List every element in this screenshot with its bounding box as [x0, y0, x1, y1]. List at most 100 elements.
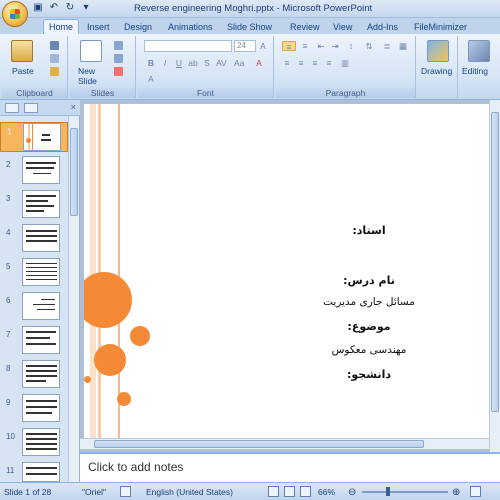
thumbnail-slide-3[interactable]: 3 — [0, 190, 68, 220]
undo-icon[interactable]: ↶ — [48, 2, 60, 14]
bullets-icon[interactable]: ≡ — [282, 41, 296, 52]
spell-check-icon[interactable] — [120, 486, 131, 497]
underline-icon[interactable]: U — [174, 58, 184, 68]
clear-format-icon[interactable]: A — [146, 74, 156, 84]
save-icon[interactable]: ▣ — [32, 2, 44, 14]
slides-pane-scrollbar[interactable] — [68, 116, 79, 482]
thumbnail-slide-7[interactable]: 7 — [0, 326, 68, 356]
text-direction-icon[interactable]: ⇅ — [364, 41, 374, 51]
pane-tabs: × — [0, 100, 80, 116]
editing-icon[interactable] — [468, 40, 490, 62]
font-name-combo[interactable] — [144, 40, 232, 52]
reset-icon[interactable] — [114, 54, 123, 63]
thumbnail-slide-10[interactable]: 10 — [0, 428, 68, 458]
slides-tab-icon[interactable] — [5, 103, 19, 113]
thumbnail-slide-6[interactable]: 6 — [0, 292, 68, 322]
font-size-combo[interactable]: 24 — [234, 40, 256, 52]
new-slide-icon[interactable] — [80, 40, 102, 62]
justify-icon[interactable]: ≡ — [324, 58, 334, 68]
cut-icon[interactable] — [50, 41, 59, 50]
thumbnail-slide-9[interactable]: 9 — [0, 394, 68, 424]
scrollbar-thumb[interactable] — [70, 128, 78, 216]
columns-icon[interactable]: ▥ — [340, 58, 350, 68]
thumbnail-image — [22, 394, 60, 422]
decor-circle — [130, 326, 150, 346]
thumbnail-slide-1[interactable]: 1 — [0, 122, 68, 152]
grow-font-icon[interactable]: A — [258, 41, 268, 51]
slide-sorter-icon[interactable] — [284, 486, 295, 497]
slide-scrollbar[interactable] — [489, 100, 500, 452]
bold-icon[interactable]: B — [146, 58, 156, 68]
thumbnail-number: 3 — [6, 194, 11, 203]
zoom-slider-handle[interactable] — [386, 487, 390, 496]
tab-home[interactable]: Home — [43, 19, 80, 34]
zoom-out-icon[interactable]: ⊖ — [348, 487, 356, 498]
thumbnail-number: 2 — [6, 160, 11, 169]
redo-icon[interactable]: ↻ — [64, 2, 76, 14]
delete-slide-icon[interactable] — [114, 67, 123, 76]
thumbnail-slide-5[interactable]: 5 — [0, 258, 68, 288]
thumbnail-slide-8[interactable]: 8 — [0, 360, 68, 390]
fit-slide-icon[interactable] — [470, 486, 481, 497]
horizontal-scrollbar[interactable] — [80, 438, 489, 449]
align-text-icon[interactable]: ≣ — [382, 41, 392, 51]
slide-line-topic: مهندسی معکوس — [331, 344, 407, 356]
customize-icon[interactable]: ▾ — [80, 2, 92, 14]
status-bar: Slide 1 of 28 "Oriel" English (United St… — [0, 482, 500, 500]
char-spacing-icon[interactable]: AV — [216, 58, 227, 68]
drawing-icon[interactable] — [427, 40, 449, 62]
change-case-icon[interactable]: Aa — [234, 58, 244, 68]
decor-stripe — [118, 104, 120, 442]
slide[interactable]: استاد: نام درس: مسائل جاری مدیریت موضوع:… — [84, 104, 489, 442]
scrollbar-thumb[interactable] — [94, 440, 424, 448]
line-spacing-icon[interactable]: ↕ — [346, 41, 356, 51]
notes-placeholder[interactable]: Click to add notes — [88, 460, 183, 474]
tab-add-ins[interactable]: Add-Ins — [367, 20, 398, 34]
align-left-icon[interactable]: ≡ — [282, 58, 292, 68]
slide-show-icon[interactable] — [300, 486, 311, 497]
layout-icon[interactable] — [114, 41, 123, 50]
paste-icon[interactable] — [11, 40, 33, 62]
zoom-slider[interactable] — [362, 491, 448, 493]
tab-animations[interactable]: Animations — [168, 20, 213, 34]
format-painter-icon[interactable] — [50, 67, 59, 76]
align-right-icon[interactable]: ≡ — [310, 58, 320, 68]
decrease-indent-icon[interactable]: ⇤ — [316, 41, 326, 51]
tab-review[interactable]: Review — [290, 20, 320, 34]
paragraph-group: ≡ ≡ ⇤ ⇥ ↕ ⇅ ≣ ▦ ≡ ≡ ≡ ≡ ▥ Paragraph — [276, 36, 416, 98]
smartart-icon[interactable]: ▦ — [398, 41, 408, 51]
tab-view[interactable]: View — [333, 20, 352, 34]
outline-tab-icon[interactable] — [24, 103, 38, 113]
thumbnail-image — [22, 224, 60, 252]
strikethrough-icon[interactable]: ab — [188, 58, 198, 68]
normal-view-icon[interactable] — [268, 486, 279, 497]
zoom-in-icon[interactable]: ⊕ — [452, 487, 460, 498]
zoom-level[interactable]: 66% — [318, 487, 335, 497]
editing-button[interactable]: Editing — [462, 66, 488, 76]
copy-icon[interactable] — [50, 54, 59, 63]
italic-icon[interactable]: I — [160, 58, 170, 68]
new-slide-button[interactable]: New Slide — [78, 66, 108, 86]
shadow-icon[interactable]: S — [202, 58, 212, 68]
language[interactable]: English (United States) — [146, 487, 233, 497]
tab-insert[interactable]: Insert — [87, 20, 110, 34]
thumbnail-number: 7 — [6, 330, 11, 339]
tab-slide-show[interactable]: Slide Show — [227, 20, 272, 34]
align-center-icon[interactable]: ≡ — [296, 58, 306, 68]
tab-design[interactable]: Design — [124, 20, 152, 34]
notes-pane[interactable]: Click to add notes — [80, 452, 500, 482]
scrollbar-thumb[interactable] — [491, 112, 499, 412]
paste-button[interactable]: Paste — [12, 66, 34, 76]
numbering-icon[interactable]: ≡ — [300, 41, 310, 51]
thumbnail-number: 8 — [6, 364, 11, 373]
thumbnail-slide-4[interactable]: 4 — [0, 224, 68, 254]
increase-indent-icon[interactable]: ⇥ — [330, 41, 340, 51]
close-icon[interactable]: × — [71, 102, 76, 112]
office-button[interactable] — [2, 1, 28, 27]
tab-fileminimizer[interactable]: FileMinimizer — [414, 20, 467, 34]
drawing-button[interactable]: Drawing — [421, 66, 452, 76]
font-group-label: Font — [138, 88, 273, 98]
font-color-icon[interactable]: A — [254, 58, 264, 68]
thumbnail-slide-2[interactable]: 2 — [0, 156, 68, 186]
slides-group-label: Slides — [70, 88, 135, 98]
